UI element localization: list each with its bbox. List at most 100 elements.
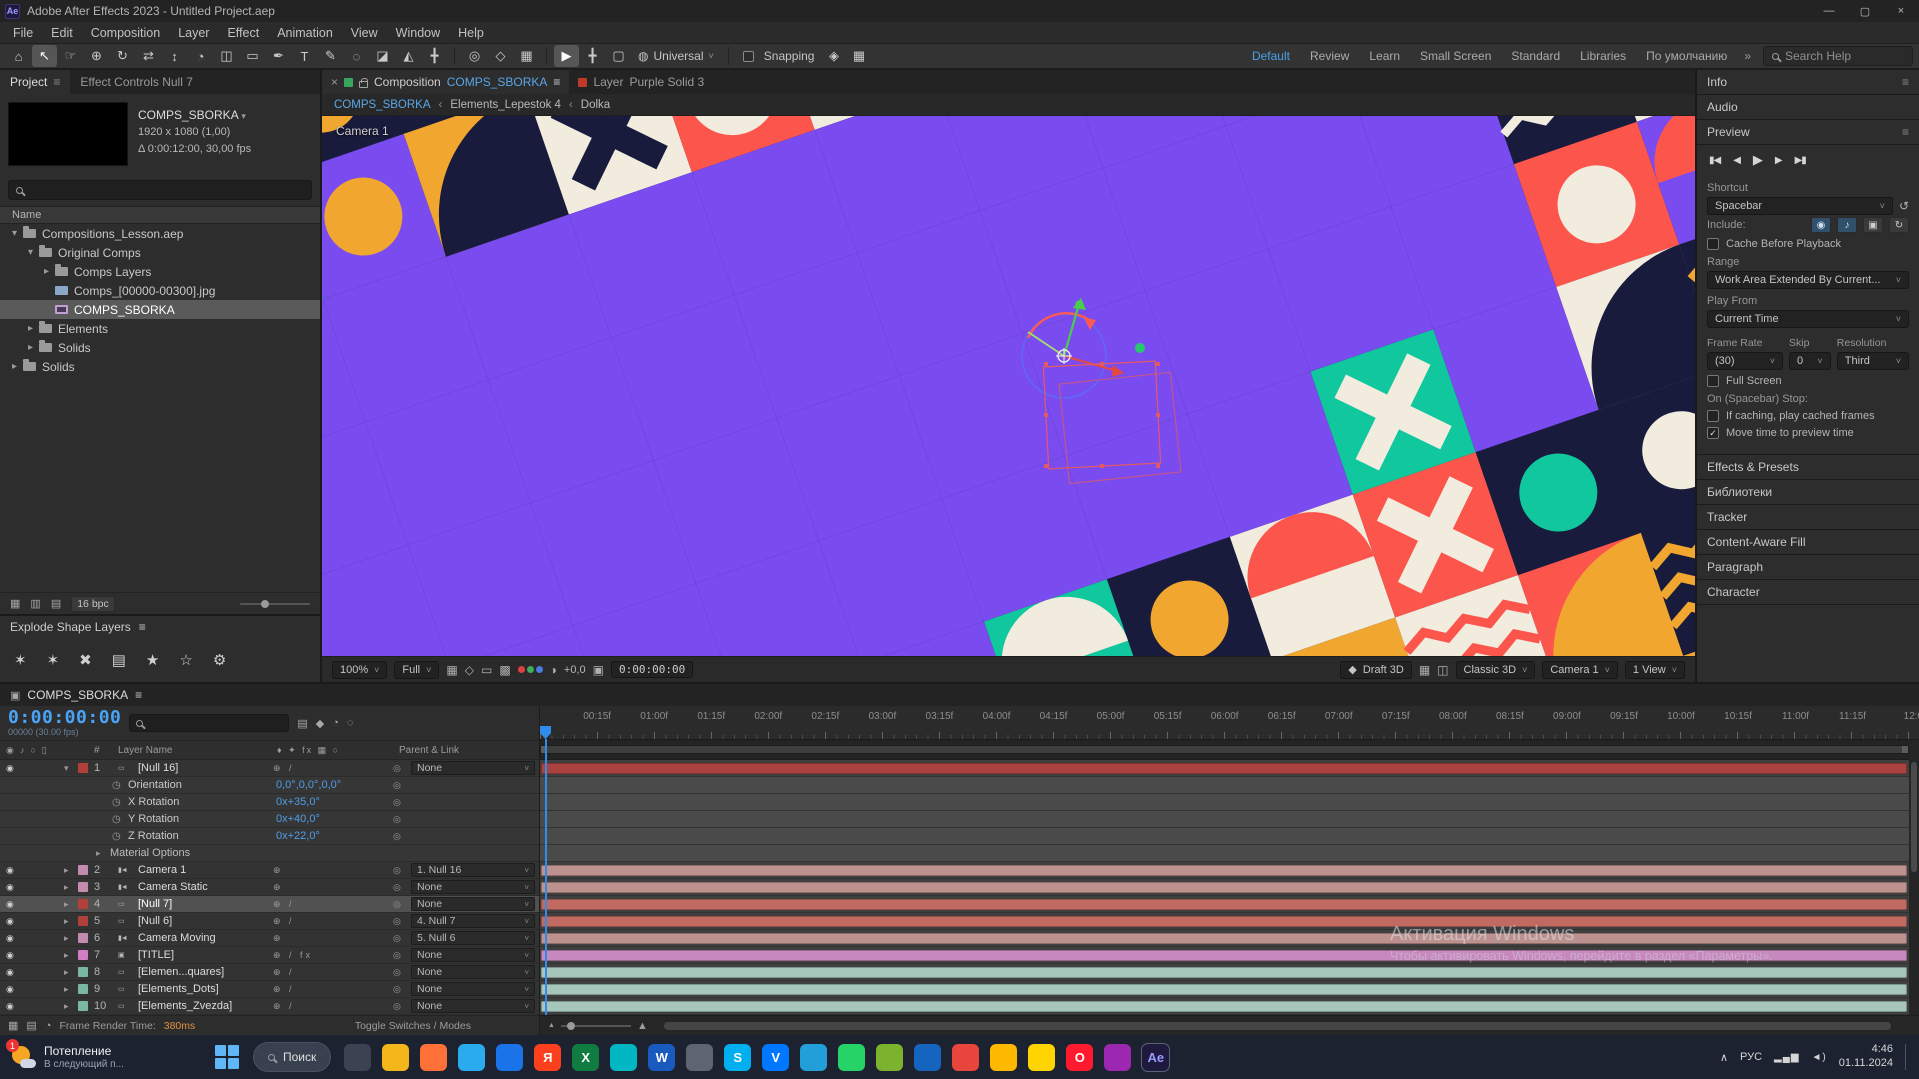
- view-count-dropdown[interactable]: 1 View ˅: [1624, 660, 1685, 679]
- panel-menu-icon[interactable]: ≡: [1902, 75, 1909, 89]
- panel-header-preview[interactable]: Preview ≡: [1697, 120, 1919, 144]
- taskbar-skype-icon[interactable]: S: [724, 1043, 752, 1071]
- layer-row-7[interactable]: ◉ ▸ 7 ▣ [TITLE] ⊕ / fx ◎ None ˅: [0, 947, 539, 964]
- explode-star-pen-icon[interactable]: ✶: [14, 651, 27, 669]
- pen-tool-icon[interactable]: ✒: [266, 45, 291, 67]
- layer-name[interactable]: Camera Moving: [138, 932, 273, 944]
- horizontal-scrollbar[interactable]: [663, 1021, 1891, 1030]
- time-ruler[interactable]: 00:15f 01:00f 01:15f 02:00f 02:15f 03:00f 03:1…: [540, 706, 1919, 740]
- property-value[interactable]: 0x+35,0°: [276, 796, 393, 808]
- parent-link-dropdown[interactable]: None ˅: [411, 761, 535, 775]
- layer-name[interactable]: [Elements_Dots]: [138, 983, 273, 995]
- stopwatch-icon[interactable]: ◷: [112, 797, 128, 808]
- channels-icon[interactable]: [517, 666, 525, 673]
- include-overlays-icon[interactable]: ▣: [1863, 217, 1883, 233]
- track-row[interactable]: [540, 794, 1909, 811]
- direct-selection-icon[interactable]: ▶: [554, 45, 579, 67]
- panel-header-audio[interactable]: Audio: [1697, 95, 1919, 119]
- tab-composition[interactable]: × Composition COMPS_SBORKA ≡: [322, 70, 570, 94]
- home-tool-icon[interactable]: ⌂: [6, 45, 31, 67]
- taskbar-app-green-icon[interactable]: [876, 1043, 904, 1071]
- explode-gear-icon[interactable]: ⚙: [213, 651, 226, 669]
- twirl-icon[interactable]: ▾: [24, 247, 37, 258]
- layer-switches[interactable]: ⊕ / fx: [273, 950, 393, 961]
- layer-switches[interactable]: ⊕: [273, 933, 393, 944]
- property-name[interactable]: Z Rotation: [128, 830, 276, 842]
- layer-name[interactable]: [Null 16]: [138, 762, 273, 774]
- project-item-comps-layers[interactable]: ▸ Comps Layers: [0, 262, 320, 281]
- project-search-input[interactable]: [8, 180, 312, 200]
- eye-icon[interactable]: ◉: [0, 916, 64, 927]
- expand-render-icon[interactable]: ▦: [8, 1019, 18, 1032]
- layer-name[interactable]: Camera Static: [138, 881, 273, 893]
- taskbar-mail-icon[interactable]: [914, 1043, 942, 1071]
- snapping-checkbox[interactable]: [742, 50, 754, 62]
- tracker-icon[interactable]: ◎: [462, 45, 487, 67]
- breadcrumb-comp[interactable]: COMPS_SBORKA: [334, 99, 431, 111]
- eye-icon[interactable]: ◉: [0, 882, 64, 893]
- layer-switches[interactable]: ⊕ /: [273, 1001, 393, 1012]
- layer-switches[interactable]: ⊕: [273, 882, 393, 893]
- taskbar-search[interactable]: Поиск: [253, 1042, 332, 1072]
- property-value[interactable]: 0x+40,0°: [276, 813, 393, 825]
- workspace-overflow-icon[interactable]: »: [1736, 49, 1759, 63]
- workspace-small-screen[interactable]: Small Screen: [1411, 49, 1500, 63]
- dolly-camera-tool-icon[interactable]: ↕: [162, 45, 187, 67]
- track-row[interactable]: [540, 998, 1909, 1015]
- video-column-icon[interactable]: ◉: [6, 745, 14, 756]
- eye-icon[interactable]: ◉: [0, 1001, 64, 1012]
- mask-icon[interactable]: ◇: [488, 45, 513, 67]
- parent-link-dropdown[interactable]: 5. Null 6 ˅: [411, 931, 535, 945]
- track-row[interactable]: [540, 811, 1909, 828]
- eye-icon[interactable]: ◉: [0, 763, 64, 774]
- layer-name[interactable]: [Elemen...quares]: [138, 966, 273, 978]
- taskbar-after-effects-icon[interactable]: Ae: [1141, 1042, 1171, 1072]
- track-row[interactable]: [540, 760, 1909, 777]
- layer-switches[interactable]: ⊕ /: [273, 967, 393, 978]
- magnification-dropdown[interactable]: 100% ˅: [332, 660, 388, 679]
- taskbar-chrome-icon[interactable]: [952, 1043, 980, 1071]
- help-search-input[interactable]: Search Help: [1763, 46, 1913, 66]
- taskbar-app-gray-icon[interactable]: [686, 1043, 714, 1071]
- shape-tool-icon[interactable]: ▭: [240, 45, 265, 67]
- language-indicator[interactable]: РУС: [1740, 1051, 1762, 1063]
- timeline-zoom-slider[interactable]: [560, 1021, 631, 1030]
- label-color-chip[interactable]: [78, 763, 88, 773]
- pickwhip-icon[interactable]: ◎: [393, 780, 411, 791]
- label-color-chip[interactable]: [78, 933, 88, 943]
- move-time-checkbox[interactable]: ✓: [1707, 427, 1719, 439]
- group-name[interactable]: Material Options: [110, 847, 190, 859]
- panel-menu-icon[interactable]: ≡: [135, 688, 142, 702]
- workspace-по-умолчанию[interactable]: По умолчанию: [1637, 49, 1736, 63]
- layer-duration-bar[interactable]: [541, 933, 1907, 944]
- taskbar-opera-icon[interactable]: O: [1066, 1043, 1094, 1071]
- work-area-handle[interactable]: [540, 745, 1909, 754]
- lock-column-icon[interactable]: ▯: [42, 745, 47, 756]
- taskbar-whatsapp-icon[interactable]: [838, 1043, 866, 1071]
- zoom-out-mountain-icon[interactable]: ▲: [548, 1022, 555, 1029]
- eye-icon[interactable]: ◉: [0, 899, 64, 910]
- pickwhip-icon[interactable]: ◎: [393, 865, 411, 876]
- parent-link-dropdown[interactable]: None ˅: [411, 948, 535, 962]
- transparency-grid-icon[interactable]: ▩: [499, 663, 510, 677]
- maximize-button[interactable]: ▢: [1847, 0, 1883, 22]
- play-button[interactable]: ▶: [1753, 152, 1763, 168]
- project-item-solids[interactable]: ▸ Solids: [0, 357, 320, 376]
- exposure-value[interactable]: +0,0: [564, 664, 586, 676]
- pickwhip-icon[interactable]: ◎: [393, 1001, 411, 1012]
- panel-menu-icon[interactable]: ≡: [139, 620, 146, 634]
- explode-x-icon[interactable]: ✖: [79, 651, 92, 669]
- layer-duration-bar[interactable]: [541, 984, 1907, 995]
- twirl-closed-icon[interactable]: ▸: [64, 899, 78, 910]
- clone-stamp-tool-icon[interactable]: ◌: [344, 45, 369, 67]
- property-row-y-rotation[interactable]: ◷ Y Rotation 0x+40,0° ◎: [0, 811, 539, 828]
- pickwhip-icon[interactable]: ◎: [393, 916, 411, 927]
- start-button[interactable]: [214, 1044, 240, 1070]
- layer-row-5[interactable]: ◉ ▸ 5 ▭ [Null 6] ⊕ / ◎ 4. Null 7 ˅: [0, 913, 539, 930]
- taskbar-browser-orange-icon[interactable]: [420, 1043, 448, 1071]
- twirl-icon[interactable]: ▸: [40, 266, 53, 277]
- taskbar-widgets-icon[interactable]: [344, 1043, 372, 1071]
- zoom-in-mountain-icon[interactable]: ▲: [637, 1020, 648, 1032]
- twirl-closed-icon[interactable]: ▸: [64, 933, 78, 944]
- rect-mode-icon[interactable]: ▢: [606, 45, 631, 67]
